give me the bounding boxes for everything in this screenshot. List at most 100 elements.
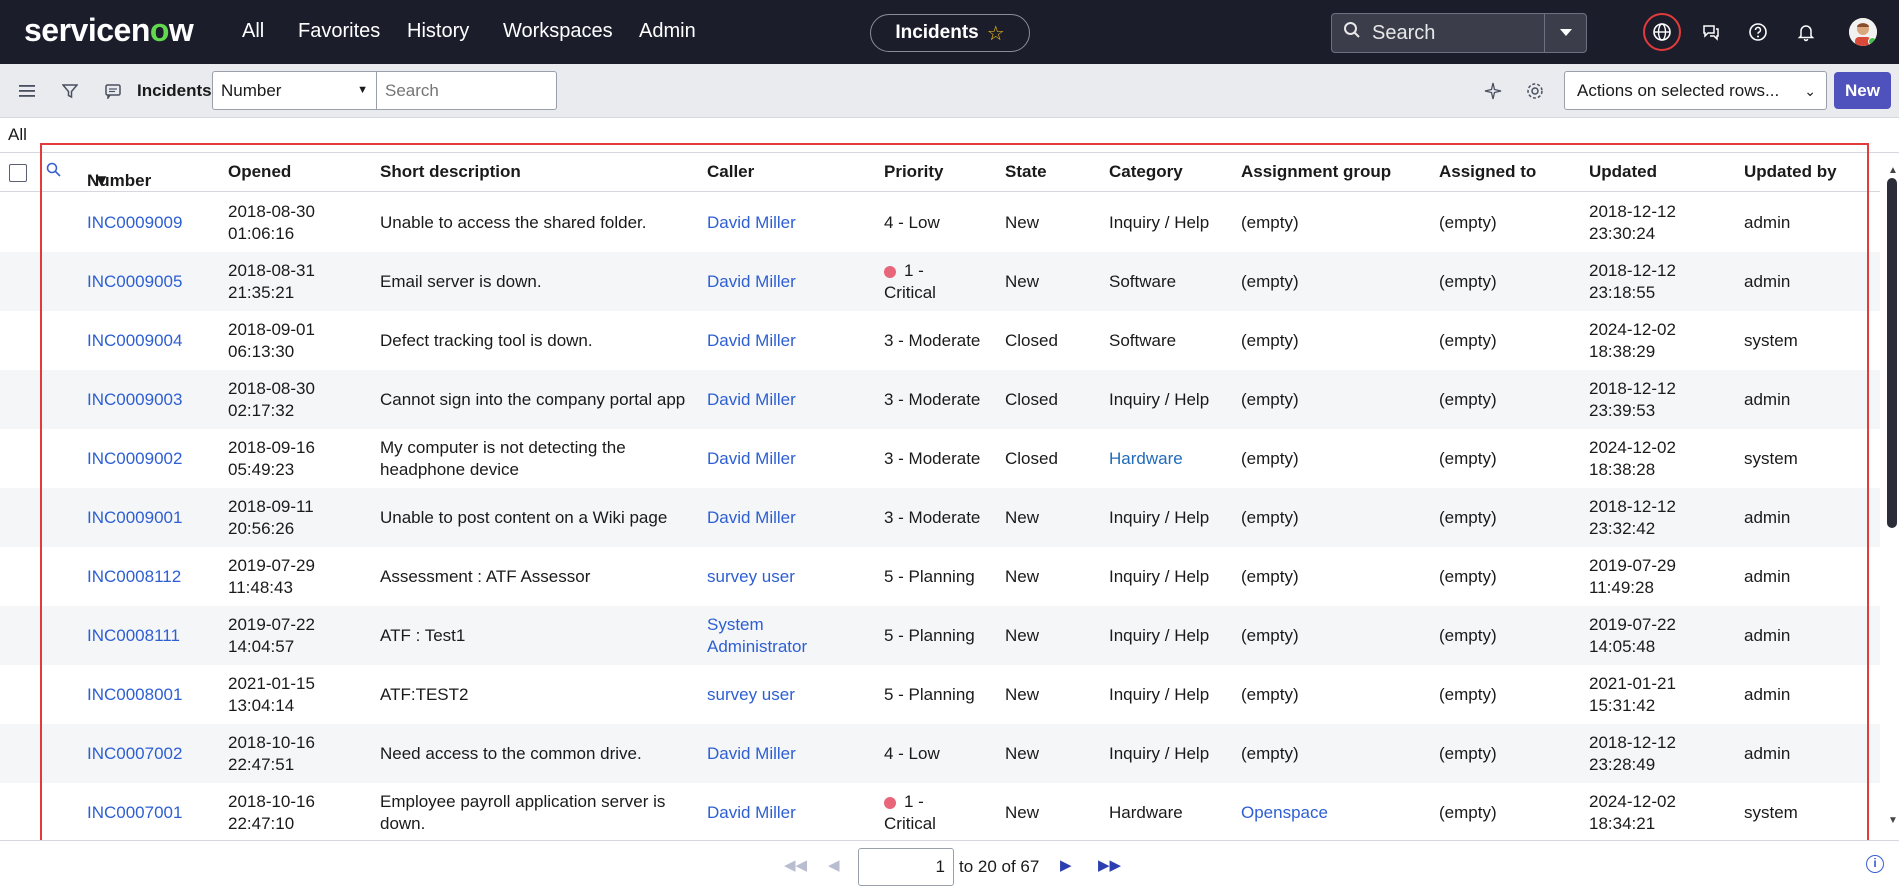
incident-number-link[interactable]: INC0009002 <box>87 448 182 470</box>
servicenow-logo[interactable]: servicenow <box>24 12 194 49</box>
category: Inquiry / Help <box>1109 626 1210 645</box>
incident-number-link[interactable]: INC0007002 <box>87 743 182 765</box>
caller-name-line: David Miller <box>707 803 796 822</box>
incident-number-link[interactable]: INC0009005 <box>87 271 182 293</box>
first-page-icon[interactable]: ◀◀ <box>784 856 807 874</box>
search-icon[interactable] <box>46 162 61 182</box>
info-icon[interactable]: i <box>1866 855 1884 873</box>
table-row[interactable]: INC0009004 2018-09-01 06:13:30 Defect track… <box>0 311 1880 370</box>
short-description-line: My computer is not detecting the <box>380 438 626 457</box>
updated-time: 15:31:42 <box>1589 696 1656 715</box>
column-header-updated-by[interactable]: Updated by <box>1744 162 1837 182</box>
priority-label: 3 - Moderate <box>884 331 981 350</box>
critical-priority-dot-icon <box>884 796 896 809</box>
table-row[interactable]: INC0009005 2018-08-31 21:35:21 Email server… <box>0 252 1880 311</box>
incident-number-link[interactable]: INC0009004 <box>87 330 182 352</box>
caller-link[interactable]: David Miller <box>707 507 796 529</box>
help-icon[interactable] <box>1744 18 1772 46</box>
globe-icon[interactable] <box>1648 18 1676 46</box>
actions-on-selected-rows-select[interactable]: Actions on selected rows... ⌄ <box>1564 71 1827 110</box>
gear-icon[interactable] <box>1524 80 1546 102</box>
scroll-down-arrow-icon[interactable]: ▼ <box>1888 815 1898 826</box>
sparkle-ai-icon[interactable] <box>1482 80 1504 102</box>
filter-icon[interactable] <box>59 80 81 102</box>
column-header-state[interactable]: State <box>1005 162 1047 182</box>
caller-link[interactable]: David Miller <box>707 743 796 765</box>
table-row[interactable]: INC0009009 2018-08-30 01:06:16 Unable to ac… <box>0 193 1880 252</box>
hamburger-menu-icon[interactable] <box>16 80 38 102</box>
column-header-updated[interactable]: Updated <box>1589 162 1657 182</box>
scroll-up-arrow-icon[interactable]: ▲ <box>1888 165 1898 176</box>
search-field-select[interactable]: Number ▼ <box>212 71 377 110</box>
priority-label-line: Critical <box>884 814 936 833</box>
priority-label: 4 - Low <box>884 744 940 763</box>
table-row[interactable]: INC0008112 2019-07-29 11:48:43 Assessment :… <box>0 547 1880 606</box>
table-row[interactable]: INC0009003 2018-08-30 02:17:32 Cannot sign … <box>0 370 1880 429</box>
updated-datetime: 2019-07-22 14:05:48 <box>1589 614 1676 658</box>
bell-icon[interactable] <box>1792 18 1820 46</box>
global-search[interactable]: Search <box>1331 13 1587 53</box>
new-button[interactable]: New <box>1834 72 1891 109</box>
next-page-icon[interactable]: ▶ <box>1060 856 1072 874</box>
caller-name-line: David Miller <box>707 272 796 291</box>
chevron-down-icon[interactable] <box>1544 14 1586 52</box>
nav-menu-admin[interactable]: Admin <box>639 20 696 43</box>
select-all-checkbox[interactable] <box>9 164 27 182</box>
opened-time: 06:13:30 <box>228 342 295 361</box>
caller-link[interactable]: David Miller <box>707 389 796 411</box>
caller-link[interactable]: David Miller <box>707 330 796 352</box>
caller-link[interactable]: David Miller <box>707 212 796 234</box>
column-header-assignment-group[interactable]: Assignment group <box>1241 162 1391 182</box>
context-title-pill[interactable]: Incidents ☆ <box>870 14 1030 52</box>
table-row[interactable]: INC0008111 2019-07-22 14:04:57 ATF : Test1 S… <box>0 606 1880 665</box>
nav-menu-favorites[interactable]: Favorites <box>298 20 380 43</box>
caller-link[interactable]: System Administrator <box>707 614 807 658</box>
caller-link[interactable]: David Miller <box>707 271 796 293</box>
table-row[interactable]: INC0008001 2021-01-15 13:04:14 ATF:TEST2 sur… <box>0 665 1880 724</box>
avatar[interactable] <box>1849 18 1877 46</box>
global-search-input[interactable]: Search <box>1372 22 1544 45</box>
column-header-caller[interactable]: Caller <box>707 162 754 182</box>
column-header-assigned-to[interactable]: Assigned to <box>1439 162 1536 182</box>
column-header-priority[interactable]: Priority <box>884 162 944 182</box>
caller-link[interactable]: David Miller <box>707 448 796 470</box>
table-row[interactable]: INC0007002 2018-10-16 22:47:51 Need access … <box>0 724 1880 783</box>
list-search-input[interactable] <box>377 71 557 110</box>
caller-link[interactable]: survey user <box>707 566 795 588</box>
short-description: Defect tracking tool is down. <box>380 330 593 352</box>
priority: 3 - Moderate <box>884 507 980 529</box>
scrollbar-thumb[interactable] <box>1887 178 1897 528</box>
nav-menu-all[interactable]: All <box>242 20 264 43</box>
table-row[interactable]: INC0009002 2018-09-16 05:49:23 My computer … <box>0 429 1880 488</box>
nav-menu-history[interactable]: History <box>407 20 469 43</box>
short-description-line: Assessment : ATF Assessor <box>380 567 591 586</box>
incident-number-link[interactable]: INC0008111 <box>87 625 180 647</box>
opened-date: 2019-07-22 <box>228 615 315 634</box>
previous-page-icon[interactable]: ◀ <box>828 856 840 874</box>
star-icon[interactable]: ☆ <box>987 21 1005 46</box>
page-number-input[interactable]: 1 <box>858 848 954 886</box>
caller-name-line: David Miller <box>707 744 796 763</box>
caller-link[interactable]: survey user <box>707 684 795 706</box>
incident-number-link[interactable]: INC0009009 <box>87 212 182 234</box>
incident-number-link[interactable]: INC0008001 <box>87 684 182 706</box>
column-header-opened[interactable]: Opened <box>228 162 291 182</box>
table-row[interactable]: INC0007001 2018-10-16 22:47:10 Employee pay… <box>0 783 1880 836</box>
updated-by: admin <box>1744 390 1791 409</box>
column-header-category[interactable]: Category <box>1109 162 1183 182</box>
state: New <box>1005 567 1040 586</box>
breadcrumb[interactable]: All <box>8 125 27 145</box>
assignment-group[interactable]: Openspace <box>1241 802 1328 824</box>
chat-icon[interactable] <box>1697 18 1725 46</box>
incident-number-link[interactable]: INC0007001 <box>87 802 182 824</box>
nav-menu-workspaces[interactable]: Workspaces <box>503 20 613 43</box>
category[interactable]: Hardware <box>1109 448 1183 470</box>
table-row[interactable]: INC0009001 2018-09-11 20:56:26 Unable to po… <box>0 488 1880 547</box>
caller-link[interactable]: David Miller <box>707 802 796 824</box>
incident-number-link[interactable]: INC0009001 <box>87 507 182 529</box>
column-header-short-description[interactable]: Short description <box>380 162 521 182</box>
activity-stream-icon[interactable] <box>102 80 124 102</box>
incident-number-link[interactable]: INC0008112 <box>87 566 181 588</box>
last-page-icon[interactable]: ▶▶ <box>1098 856 1121 874</box>
incident-number-link[interactable]: INC0009003 <box>87 389 182 411</box>
